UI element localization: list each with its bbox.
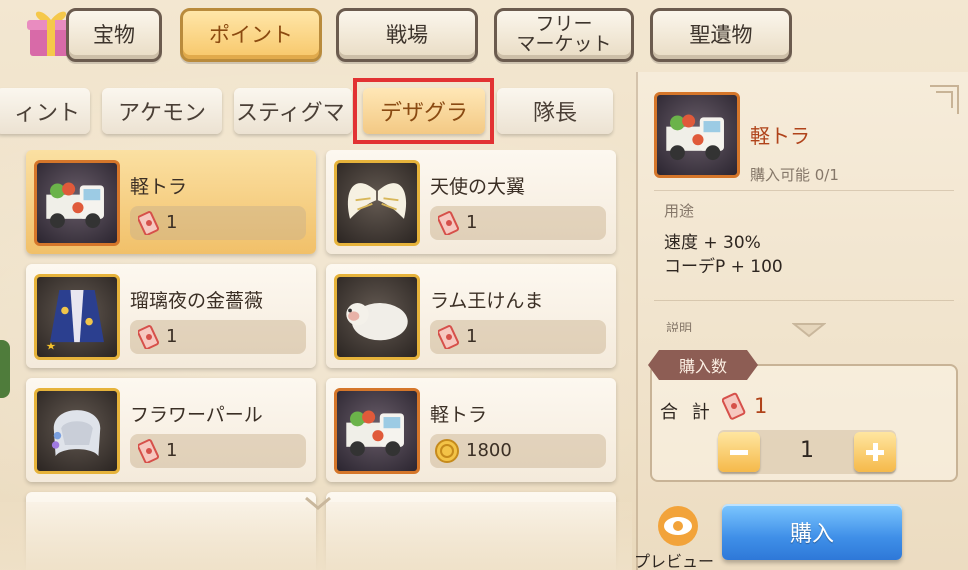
sub-tab-stigma[interactable]: スティグマ	[234, 88, 352, 134]
angel-wings-icon	[347, 183, 407, 219]
quantity-label: 購入数	[648, 350, 758, 380]
eye-icon[interactable]	[656, 504, 700, 548]
hair-icon	[51, 410, 101, 457]
sub-tab-captain[interactable]: 隊長	[497, 88, 613, 134]
item-name: 瑠璃夜の金薔薇	[130, 290, 264, 312]
tab-relics[interactable]: 聖遺物	[650, 8, 792, 62]
item-price: 1	[466, 212, 478, 233]
item-price: 1	[166, 326, 178, 347]
ticket-icon	[438, 211, 460, 235]
item-card-ram-king[interactable]: ラム王けんま 1	[326, 264, 616, 368]
item-card-flower-pearl[interactable]: フラワーパール 1	[26, 378, 316, 482]
sub-tab-bar: ィント アケモン スティグマ デザグラ 隊長	[0, 78, 632, 144]
ticket-icon	[138, 211, 160, 235]
item-name: ラム王けんま	[430, 290, 544, 312]
ticket-icon	[722, 392, 746, 420]
item-thumb	[34, 160, 120, 246]
price-bar: 1	[430, 206, 606, 240]
detail-thumb	[654, 92, 740, 178]
mini-truck-icon	[666, 114, 724, 161]
item-name: 天使の大翼	[430, 176, 526, 198]
tab-free-market[interactable]: フリー マーケット	[494, 8, 634, 62]
usage-label: 用途	[664, 202, 695, 220]
plus-icon	[866, 443, 884, 461]
quantity-value[interactable]: 1	[760, 438, 854, 463]
minus-icon	[730, 450, 748, 455]
corner-ornament-icon	[930, 85, 959, 114]
ticket-icon	[138, 325, 160, 349]
price-bar: 1800	[430, 434, 606, 468]
item-name: フラワーパール	[130, 404, 263, 426]
outfit-icon	[46, 290, 104, 350]
item-detail-panel: 軽トラ 購入可能 0/1 用途 速度 + 30% コーデP + 100 説明 購…	[634, 72, 968, 570]
mini-truck-icon	[46, 182, 104, 229]
price-bar: 1	[130, 320, 306, 354]
item-price: 1	[166, 440, 178, 461]
buy-button[interactable]: 購入	[722, 504, 902, 560]
total-value: 1	[754, 394, 768, 418]
ticket-icon	[138, 439, 160, 463]
item-thumb	[34, 388, 120, 474]
stat-speed: 速度 + 30%	[664, 233, 761, 253]
sheep-icon	[346, 303, 408, 341]
coin-icon	[435, 439, 459, 463]
detail-item-name: 軽トラ	[750, 124, 810, 148]
divider	[654, 300, 954, 301]
top-tab-bar: 宝物 ポイント 戦場 フリー マーケット 聖遺物	[0, 0, 968, 72]
sub-tab-akemon[interactable]: アケモン	[102, 88, 222, 134]
item-name: 軽トラ	[430, 404, 488, 426]
decrement-button[interactable]	[718, 432, 760, 472]
chevron-down-icon[interactable]	[792, 322, 826, 338]
sub-tab-points[interactable]: ィント	[0, 88, 90, 134]
divider	[654, 190, 954, 191]
item-thumb	[334, 160, 420, 246]
tab-battlefield[interactable]: 戦場	[336, 8, 478, 62]
total-label: 合 計	[660, 402, 714, 423]
increment-button[interactable]	[854, 432, 896, 472]
item-thumb	[334, 388, 420, 474]
item-price: 1800	[466, 440, 512, 461]
ticket-icon	[438, 325, 460, 349]
item-price: 1	[466, 326, 478, 347]
item-thumb	[34, 274, 120, 360]
tab-treasure[interactable]: 宝物	[66, 8, 162, 62]
description-label: 説明	[666, 322, 693, 332]
price-bar: 1	[130, 434, 306, 468]
item-name: 軽トラ	[130, 176, 188, 198]
mini-truck-icon	[346, 410, 404, 457]
price-bar: 1	[130, 206, 306, 240]
item-card-kei-tora-coin[interactable]: 軽トラ 1800	[326, 378, 616, 482]
chevron-down-icon[interactable]	[304, 496, 332, 510]
item-card-angel-wings[interactable]: 天使の大翼 1	[326, 150, 616, 254]
stat-coord-points: コーデP + 100	[664, 257, 783, 277]
shop-list-panel: ィント アケモン スティグマ デザグラ 隊長 軽トラ 1 天使の大翼 1 瑠璃夜…	[0, 72, 632, 570]
item-card-kei-tora[interactable]: 軽トラ 1	[26, 150, 316, 254]
detail-availability: 購入可能 0/1	[750, 166, 839, 184]
item-thumb	[334, 274, 420, 360]
item-card-ruri-rose[interactable]: 瑠璃夜の金薔薇 1	[26, 264, 316, 368]
price-bar: 1	[430, 320, 606, 354]
item-price: 1	[166, 212, 178, 233]
list-fade	[0, 502, 632, 570]
tab-points[interactable]: ポイント	[180, 8, 322, 62]
preview-label[interactable]: プレビュー	[634, 548, 714, 570]
highlight-box	[353, 78, 494, 144]
